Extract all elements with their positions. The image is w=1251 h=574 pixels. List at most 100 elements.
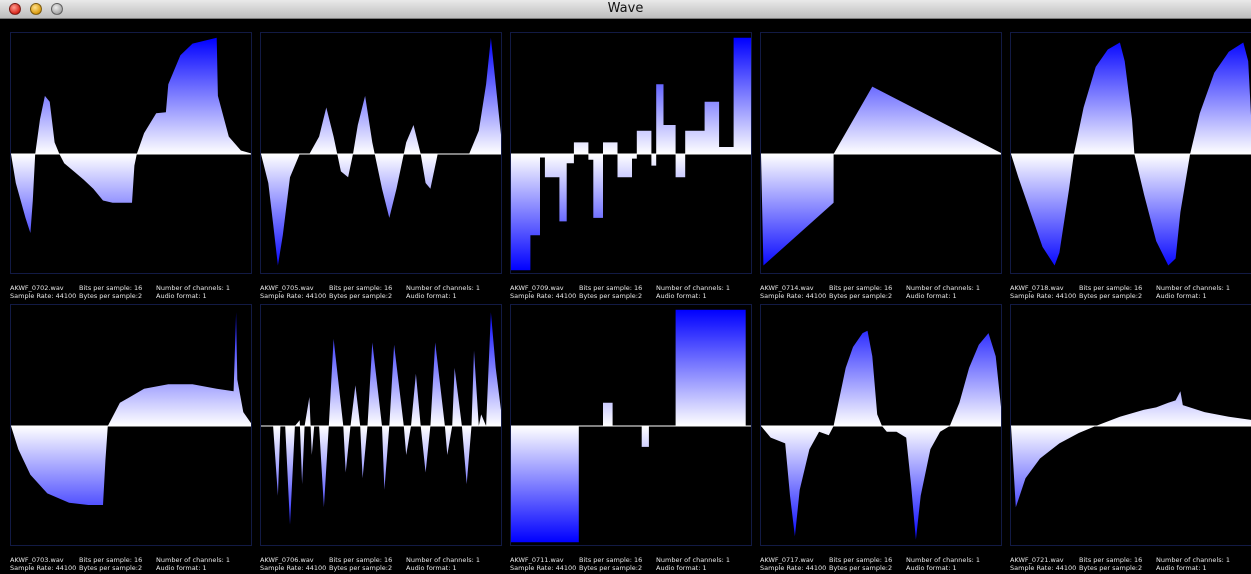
channel-count: Number of channels: 1 xyxy=(156,284,231,292)
window-title: Wave xyxy=(607,1,644,16)
wave-info: AKWF_0711.wav Sample Rate: 44100 Bits per … xyxy=(510,556,755,574)
channel-count: Number of channels: 1 xyxy=(906,556,981,564)
file-name: AKWF_0718.wav xyxy=(1010,284,1064,292)
sample-rate: Sample Rate: 44100 xyxy=(1010,564,1077,572)
wave-info: AKWF_0721.wav Sample Rate: 44100 Bits per … xyxy=(1010,556,1251,574)
waveform-plot xyxy=(10,32,252,274)
file-name: AKWF_0706.wav xyxy=(260,556,314,564)
sample-rate: Sample Rate: 44100 xyxy=(260,292,327,300)
waveform-svg xyxy=(1011,391,1251,508)
waveform-plot xyxy=(510,32,752,274)
waveform-negative xyxy=(761,426,1001,540)
file-name: AKWF_0709.wav xyxy=(510,284,564,292)
bits-per-sample: Bits per sample: 16 xyxy=(829,556,893,564)
file-name: AKWF_0721.wav xyxy=(1010,556,1064,564)
wave-panel: AKWF_0717.wav Sample Rate: 44100 Bits per … xyxy=(760,304,1002,572)
channel-count: Number of channels: 1 xyxy=(406,284,481,292)
waveform-plot xyxy=(760,32,1002,274)
sample-rate: Sample Rate: 44100 xyxy=(760,564,827,572)
bytes-per-sample: Bytes per sample:2 xyxy=(329,292,393,300)
bytes-per-sample: Bytes per sample:2 xyxy=(829,564,893,572)
bytes-per-sample: Bytes per sample:2 xyxy=(579,292,643,300)
waveform-plot xyxy=(760,304,1002,546)
waveform-plot xyxy=(1010,32,1251,274)
waveform-plot xyxy=(1010,304,1251,546)
bits-per-sample: Bits per sample: 16 xyxy=(329,556,393,564)
file-name: AKWF_0702.wav xyxy=(10,284,64,292)
wave-info: AKWF_0702.wav Sample Rate: 44100 Bits per … xyxy=(10,284,255,302)
audio-format: Audio format: 1 xyxy=(406,292,457,300)
wave-panel: AKWF_0709.wav Sample Rate: 44100 Bits per … xyxy=(510,32,752,300)
bytes-per-sample: Bytes per sample:2 xyxy=(829,292,893,300)
file-name: AKWF_0714.wav xyxy=(760,284,814,292)
bits-per-sample: Bits per sample: 16 xyxy=(829,284,893,292)
bits-per-sample: Bits per sample: 16 xyxy=(1079,556,1143,564)
waveform-svg xyxy=(11,312,251,505)
wave-panel: AKWF_0714.wav Sample Rate: 44100 Bits per … xyxy=(760,32,1002,300)
waveform-svg xyxy=(11,37,251,233)
bits-per-sample: Bits per sample: 16 xyxy=(1079,284,1143,292)
waveform-svg xyxy=(761,86,1001,266)
sample-rate: Sample Rate: 44100 xyxy=(260,564,327,572)
window-titlebar[interactable]: Wave xyxy=(0,0,1251,19)
audio-format: Audio format: 1 xyxy=(906,292,957,300)
bytes-per-sample: Bytes per sample:2 xyxy=(1079,564,1143,572)
waveform-svg xyxy=(511,37,751,271)
wave-info: AKWF_0705.wav Sample Rate: 44100 Bits per … xyxy=(260,284,505,302)
wave-panel: AKWF_0705.wav Sample Rate: 44100 Bits per … xyxy=(260,32,502,300)
bytes-per-sample: Bytes per sample:2 xyxy=(79,564,143,572)
waveform-plot xyxy=(260,304,502,546)
sample-rate: Sample Rate: 44100 xyxy=(1010,292,1077,300)
bytes-per-sample: Bytes per sample:2 xyxy=(1079,292,1143,300)
wave-panel: AKWF_0711.wav Sample Rate: 44100 Bits per … xyxy=(510,304,752,572)
channel-count: Number of channels: 1 xyxy=(156,556,231,564)
file-name: AKWF_0705.wav xyxy=(260,284,314,292)
bits-per-sample: Bits per sample: 16 xyxy=(579,556,643,564)
waveform-plot xyxy=(510,304,752,546)
bytes-per-sample: Bytes per sample:2 xyxy=(79,292,143,300)
audio-format: Audio format: 1 xyxy=(906,564,957,572)
file-name: AKWF_0717.wav xyxy=(760,556,814,564)
sample-rate: Sample Rate: 44100 xyxy=(510,292,577,300)
wave-info: AKWF_0718.wav Sample Rate: 44100 Bits per … xyxy=(1010,284,1251,302)
channel-count: Number of channels: 1 xyxy=(656,284,731,292)
audio-format: Audio format: 1 xyxy=(156,564,207,572)
channel-count: Number of channels: 1 xyxy=(1156,556,1231,564)
waveform-svg xyxy=(511,309,751,543)
audio-format: Audio format: 1 xyxy=(1156,292,1207,300)
sample-rate: Sample Rate: 44100 xyxy=(10,292,77,300)
waveform-plot xyxy=(260,32,502,274)
audio-format: Audio format: 1 xyxy=(656,292,707,300)
bits-per-sample: Bits per sample: 16 xyxy=(579,284,643,292)
waveform-plot xyxy=(10,304,252,546)
channel-count: Number of channels: 1 xyxy=(656,556,731,564)
waveform-negative xyxy=(1011,426,1251,508)
wave-info: AKWF_0709.wav Sample Rate: 44100 Bits per … xyxy=(510,284,755,302)
waveform-positive xyxy=(261,312,501,426)
waveform-svg xyxy=(261,37,501,266)
waveform-svg xyxy=(1011,42,1251,266)
waveform-grid: AKWF_0702.wav Sample Rate: 44100 Bits per … xyxy=(0,20,1251,572)
sample-rate: Sample Rate: 44100 xyxy=(760,292,827,300)
audio-format: Audio format: 1 xyxy=(406,564,457,572)
sample-rate: Sample Rate: 44100 xyxy=(510,564,577,572)
audio-format: Audio format: 1 xyxy=(156,292,207,300)
waveform-negative xyxy=(261,426,501,525)
waveform-svg xyxy=(761,330,1001,540)
file-name: AKWF_0703.wav xyxy=(10,556,64,564)
channel-count: Number of channels: 1 xyxy=(906,284,981,292)
channel-count: Number of channels: 1 xyxy=(406,556,481,564)
wave-panel: AKWF_0721.wav Sample Rate: 44100 Bits per … xyxy=(1010,304,1251,572)
wave-info: AKWF_0706.wav Sample Rate: 44100 Bits per … xyxy=(260,556,505,574)
file-name: AKWF_0711.wav xyxy=(510,556,564,564)
audio-format: Audio format: 1 xyxy=(656,564,707,572)
bytes-per-sample: Bytes per sample:2 xyxy=(579,564,643,572)
waveform-svg xyxy=(261,312,501,525)
waveform-positive xyxy=(11,37,251,154)
channel-count: Number of channels: 1 xyxy=(1156,284,1231,292)
bits-per-sample: Bits per sample: 16 xyxy=(79,556,143,564)
bits-per-sample: Bits per sample: 16 xyxy=(79,284,143,292)
audio-format: Audio format: 1 xyxy=(1156,564,1207,572)
wave-info: AKWF_0717.wav Sample Rate: 44100 Bits per … xyxy=(760,556,1005,574)
wave-panel: AKWF_0702.wav Sample Rate: 44100 Bits per … xyxy=(10,32,252,300)
